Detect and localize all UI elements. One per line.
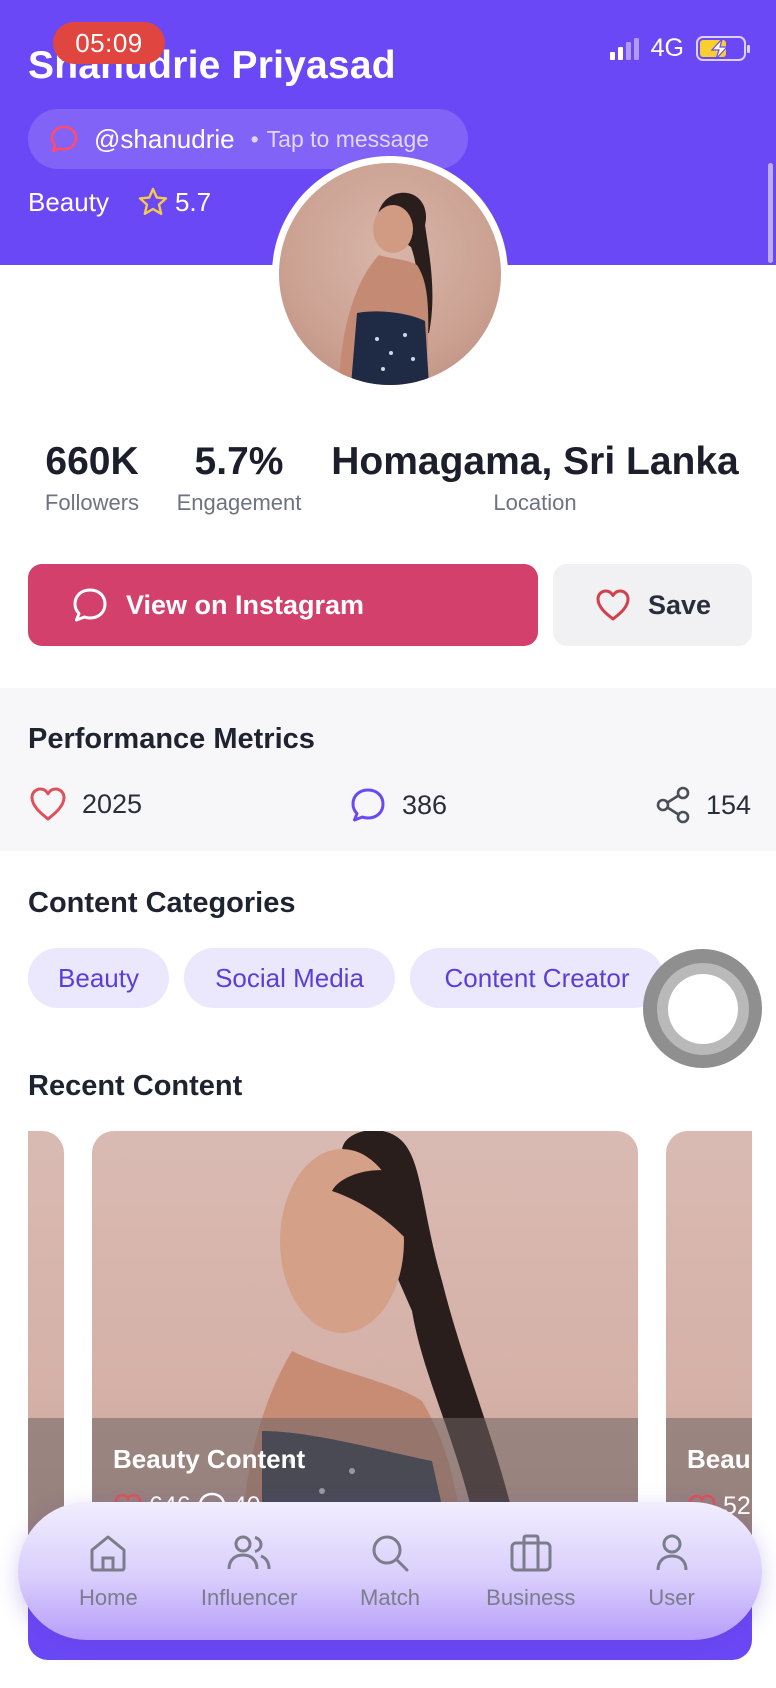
categories-title: Content Categories: [28, 887, 296, 919]
engagement-value: 5.7%: [194, 440, 284, 483]
scroll-indicator[interactable]: [768, 163, 773, 263]
users-icon: [227, 1535, 271, 1570]
comments-count: 386: [402, 789, 448, 820]
location-value: Homagama, Sri Lanka: [331, 440, 739, 483]
heart-icon: [30, 787, 66, 821]
stat-followers: 660K Followers: [36, 440, 148, 516]
comment-icon: [351, 788, 385, 822]
recent-title: Recent Content: [28, 1070, 243, 1102]
nav-label-match: Match: [360, 1585, 420, 1610]
nav-label-influencer: Influencer: [200, 1585, 298, 1610]
metric-shares: 154: [654, 785, 751, 825]
content-card-next[interactable]: Beau 52: [666, 1131, 752, 1551]
nav-label-business: Business: [486, 1585, 576, 1610]
nav-item-user[interactable]: User: [607, 1531, 737, 1611]
rating: 5.7: [137, 186, 211, 218]
nav-item-business[interactable]: Business: [466, 1531, 596, 1611]
profile-handle: @shanudrie: [94, 123, 235, 154]
network-label: 4G: [650, 34, 684, 62]
category-chip-social-media[interactable]: Social Media: [184, 948, 395, 1008]
stat-location: Homagama, Sri Lanka Location: [330, 440, 740, 516]
briefcase-icon: [510, 1534, 552, 1572]
stat-engagement: 5.7% Engagement: [166, 440, 312, 516]
metric-comments: 386: [348, 785, 447, 825]
star-icon: [138, 187, 168, 215]
message-hint: Tap to message: [266, 125, 430, 152]
location-label: Location: [493, 490, 577, 515]
metric-likes: 2025: [28, 785, 142, 823]
shares-count: 154: [706, 789, 752, 820]
content-card[interactable]: Beauty Content 646 40: [92, 1131, 638, 1551]
save-button-label: Save: [647, 589, 712, 620]
profile-category: Beauty: [28, 186, 109, 217]
performance-section: [0, 688, 776, 851]
avatar[interactable]: [272, 156, 508, 392]
followers-label: Followers: [44, 490, 140, 515]
engagement-label: Engagement: [176, 490, 302, 515]
card-title: Beauty Content: [113, 1444, 306, 1474]
heart-icon: [596, 589, 630, 621]
nav-label-home: Home: [79, 1585, 138, 1610]
category-chip-beauty[interactable]: Beauty: [28, 948, 169, 1008]
nav-item-match[interactable]: Match: [325, 1531, 455, 1611]
separator-dot: •: [250, 125, 259, 152]
save-button[interactable]: Save: [553, 564, 752, 646]
search-icon: [372, 1535, 409, 1572]
status-time: 05:09: [53, 22, 165, 64]
category-chip-content-creator[interactable]: Content Creator: [410, 948, 664, 1008]
card-title: Beau: [687, 1444, 751, 1474]
content-card-previous[interactable]: [28, 1131, 64, 1551]
nav-item-home[interactable]: Home: [43, 1531, 173, 1611]
nav-label-user: User: [648, 1585, 695, 1610]
home-icon: [90, 1535, 126, 1572]
nav-item-influencer[interactable]: Influencer: [184, 1531, 314, 1611]
view-on-instagram-button[interactable]: View on Instagram: [28, 564, 538, 646]
status-indicators: 4G: [609, 34, 750, 63]
signal-icon: [609, 37, 639, 60]
share-icon: [656, 786, 690, 824]
followers-value: 660K: [45, 440, 139, 483]
assistive-touch-button[interactable]: [643, 949, 762, 1068]
likes-count: 2025: [82, 788, 143, 819]
performance-title: Performance Metrics: [28, 723, 315, 755]
instagram-button-label: View on Instagram: [126, 589, 365, 620]
chat-icon: [50, 125, 78, 153]
user-icon: [656, 1534, 688, 1571]
bottom-navigation: Home Influencer Match Business User: [18, 1502, 762, 1640]
rating-value: 5.7: [174, 186, 212, 217]
battery-icon: [696, 36, 750, 61]
chat-bubble-icon: [73, 588, 107, 622]
avatar-photo: [279, 163, 501, 385]
category-rating-row: Beauty 5.7: [28, 186, 211, 218]
